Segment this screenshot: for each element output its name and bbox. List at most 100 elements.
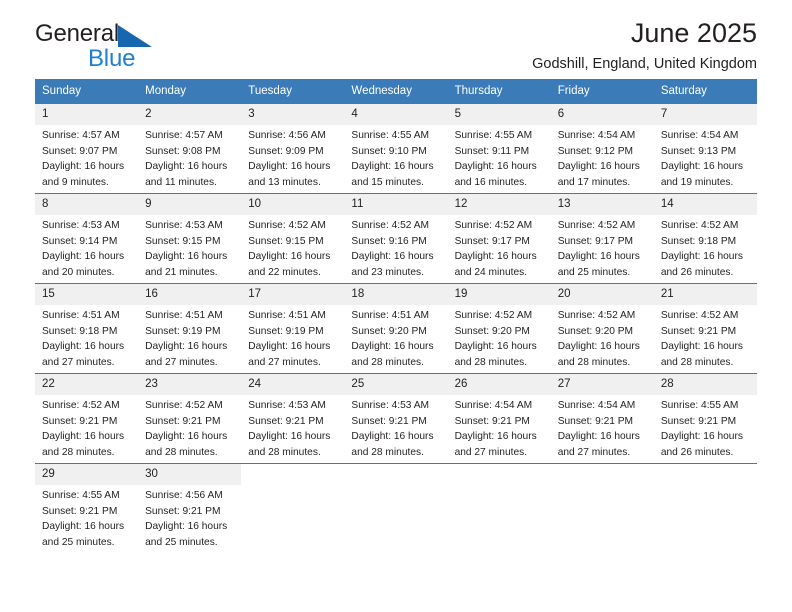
daylight-text-line1: Daylight: 16 hours [557,431,640,443]
daylight-text-line1: Daylight: 16 hours [145,341,228,353]
day-details: Sunrise: 4:54 AM Sunset: 9:21 PM Daylight:… [448,395,551,460]
day-details: Sunrise: 4:52 AM Sunset: 9:17 PM Daylight:… [551,215,654,280]
sunrise-text: Sunrise: 4:52 AM [557,220,636,232]
sunrise-text: Sunrise: 4:52 AM [351,220,430,232]
sunset-text: Sunset: 9:21 PM [660,415,737,427]
day-cell[interactable]: 16 Sunrise: 4:51 AM Sunset: 9:19 PM Dayligh… [138,283,242,374]
daylight-text-line2: and 27 minutes. [557,446,631,458]
daylight-text-line2: and 27 minutes. [42,356,115,368]
day-number: 6 [550,104,654,126]
daylight-text-line1: Daylight: 16 hours [351,251,434,263]
day-cell[interactable]: 24 Sunrise: 4:53 AM Sunset: 9:21 PM Dayligh… [241,373,345,464]
weekday-header-monday: Monday [138,79,242,104]
sunrise-sunset-calendar: Sunday Monday Tuesday Wednesday Thursday… [35,79,757,557]
day-number: 2 [138,104,242,126]
weekday-header-tuesday: Tuesday [241,79,345,104]
day-cell-empty [447,463,551,557]
sunset-text: Sunset: 9:20 PM [454,325,530,337]
sunrise-text: Sunrise: 4:51 AM [42,310,120,322]
day-cell[interactable]: 3 Sunrise: 4:56 AM Sunset: 9:09 PM Daylight… [241,103,345,194]
day-details: Sunrise: 4:52 AM Sunset: 9:21 PM Daylight:… [654,305,757,370]
daylight-text-line2: and 21 minutes. [145,266,218,278]
daylight-text-line2: and 13 minutes. [248,176,321,188]
daylight-text-line1: Daylight: 16 hours [42,161,125,173]
sunrise-text: Sunrise: 4:57 AM [42,130,120,142]
day-cell[interactable]: 2 Sunrise: 4:57 AM Sunset: 9:08 PM Daylight… [138,103,242,194]
sunset-text: Sunset: 9:11 PM [454,145,530,157]
generalblue-logo[interactable]: General Blue [35,22,205,74]
day-cell-empty [550,463,654,557]
sunrise-text: Sunrise: 4:52 AM [557,310,636,322]
daylight-text-line1: Daylight: 16 hours [145,251,228,263]
sunrise-text: Sunrise: 4:54 AM [660,130,739,142]
day-cell[interactable]: 28 Sunrise: 4:55 AM Sunset: 9:21 PM Dayligh… [653,373,757,464]
day-cell[interactable]: 23 Sunrise: 4:52 AM Sunset: 9:21 PM Dayligh… [138,373,242,464]
day-number [241,464,345,484]
daylight-text-line1: Daylight: 16 hours [557,341,640,353]
sunset-text: Sunset: 9:21 PM [42,505,118,517]
sunset-text: Sunset: 9:18 PM [660,235,737,247]
day-cell[interactable]: 30 Sunrise: 4:56 AM Sunset: 9:21 PM Dayligh… [138,463,242,557]
day-cell[interactable]: 19 Sunrise: 4:52 AM Sunset: 9:20 PM Dayligh… [447,283,551,374]
day-number: 9 [138,194,242,216]
sunrise-text: Sunrise: 4:55 AM [660,400,739,412]
day-cell[interactable]: 5 Sunrise: 4:55 AM Sunset: 9:11 PM Daylight… [447,103,551,194]
day-cell[interactable]: 10 Sunrise: 4:52 AM Sunset: 9:15 PM Dayligh… [241,193,345,284]
day-cell[interactable]: 11 Sunrise: 4:52 AM Sunset: 9:16 PM Dayligh… [344,193,448,284]
day-details: Sunrise: 4:55 AM Sunset: 9:21 PM Daylight:… [654,395,757,460]
day-details: Sunrise: 4:52 AM Sunset: 9:15 PM Daylight:… [241,215,344,280]
day-cell[interactable]: 18 Sunrise: 4:51 AM Sunset: 9:20 PM Dayligh… [344,283,448,374]
day-cell[interactable]: 1 Sunrise: 4:57 AM Sunset: 9:07 PM Daylight… [35,103,139,194]
day-cell[interactable]: 9 Sunrise: 4:53 AM Sunset: 9:15 PM Daylight… [138,193,242,284]
day-cell[interactable]: 6 Sunrise: 4:54 AM Sunset: 9:12 PM Daylight… [550,103,654,194]
day-cell[interactable]: 17 Sunrise: 4:51 AM Sunset: 9:19 PM Dayligh… [241,283,345,374]
day-cell-empty [653,463,757,557]
day-cell[interactable]: 25 Sunrise: 4:53 AM Sunset: 9:21 PM Dayligh… [344,373,448,464]
sunrise-text: Sunrise: 4:53 AM [248,400,326,412]
sunset-text: Sunset: 9:21 PM [454,415,530,427]
day-cell[interactable]: 29 Sunrise: 4:55 AM Sunset: 9:21 PM Dayligh… [35,463,139,557]
sunset-text: Sunset: 9:21 PM [248,415,324,427]
day-cell[interactable]: 26 Sunrise: 4:54 AM Sunset: 9:21 PM Dayligh… [447,373,551,464]
logo-text-blue: Blue [88,45,136,72]
day-cell[interactable]: 12 Sunrise: 4:52 AM Sunset: 9:17 PM Dayligh… [447,193,551,284]
daylight-text-line2: and 19 minutes. [660,176,734,188]
day-cell[interactable]: 21 Sunrise: 4:52 AM Sunset: 9:21 PM Dayligh… [653,283,757,374]
daylight-text-line2: and 15 minutes. [351,176,424,188]
sunset-text: Sunset: 9:19 PM [248,325,324,337]
day-details: Sunrise: 4:54 AM Sunset: 9:13 PM Daylight:… [654,125,757,190]
sunset-text: Sunset: 9:20 PM [351,325,427,337]
daylight-text-line2: and 25 minutes. [42,536,115,548]
daylight-text-line1: Daylight: 16 hours [248,161,331,173]
day-details: Sunrise: 4:56 AM Sunset: 9:21 PM Daylight:… [138,485,241,550]
day-cell[interactable]: 4 Sunrise: 4:55 AM Sunset: 9:10 PM Daylight… [344,103,448,194]
daylight-text-line2: and 28 minutes. [454,356,528,368]
daylight-text-line2: and 25 minutes. [557,266,631,278]
day-details: Sunrise: 4:52 AM Sunset: 9:20 PM Daylight:… [551,305,654,370]
sunrise-text: Sunrise: 4:53 AM [351,400,430,412]
day-cell[interactable]: 20 Sunrise: 4:52 AM Sunset: 9:20 PM Dayligh… [550,283,654,374]
daylight-text-line2: and 20 minutes. [42,266,115,278]
day-number: 7 [653,104,757,126]
daylight-text-line2: and 16 minutes. [454,176,528,188]
day-cell[interactable]: 27 Sunrise: 4:54 AM Sunset: 9:21 PM Dayligh… [550,373,654,464]
day-number: 8 [35,194,139,216]
sunset-text: Sunset: 9:21 PM [557,415,634,427]
day-number: 13 [550,194,654,216]
daylight-text-line1: Daylight: 16 hours [145,161,228,173]
day-cell[interactable]: 8 Sunrise: 4:53 AM Sunset: 9:14 PM Daylight… [35,193,139,284]
calendar-week-row: 29 Sunrise: 4:55 AM Sunset: 9:21 PM Dayligh… [35,463,757,557]
day-cell[interactable]: 14 Sunrise: 4:52 AM Sunset: 9:18 PM Dayligh… [653,193,757,284]
sunrise-text: Sunrise: 4:52 AM [248,220,326,232]
sunset-text: Sunset: 9:17 PM [454,235,530,247]
day-cell[interactable]: 22 Sunrise: 4:52 AM Sunset: 9:21 PM Dayligh… [35,373,139,464]
day-details: Sunrise: 4:52 AM Sunset: 9:21 PM Daylight:… [138,395,241,460]
daylight-text-line1: Daylight: 16 hours [42,341,125,353]
daylight-text-line2: and 25 minutes. [145,536,218,548]
sunset-text: Sunset: 9:09 PM [248,145,324,157]
day-cell[interactable]: 7 Sunrise: 4:54 AM Sunset: 9:13 PM Daylight… [653,103,757,194]
day-cell[interactable]: 13 Sunrise: 4:52 AM Sunset: 9:17 PM Dayligh… [550,193,654,284]
sunset-text: Sunset: 9:21 PM [145,415,221,427]
sunrise-text: Sunrise: 4:56 AM [248,130,326,142]
day-cell[interactable]: 15 Sunrise: 4:51 AM Sunset: 9:18 PM Dayligh… [35,283,139,374]
